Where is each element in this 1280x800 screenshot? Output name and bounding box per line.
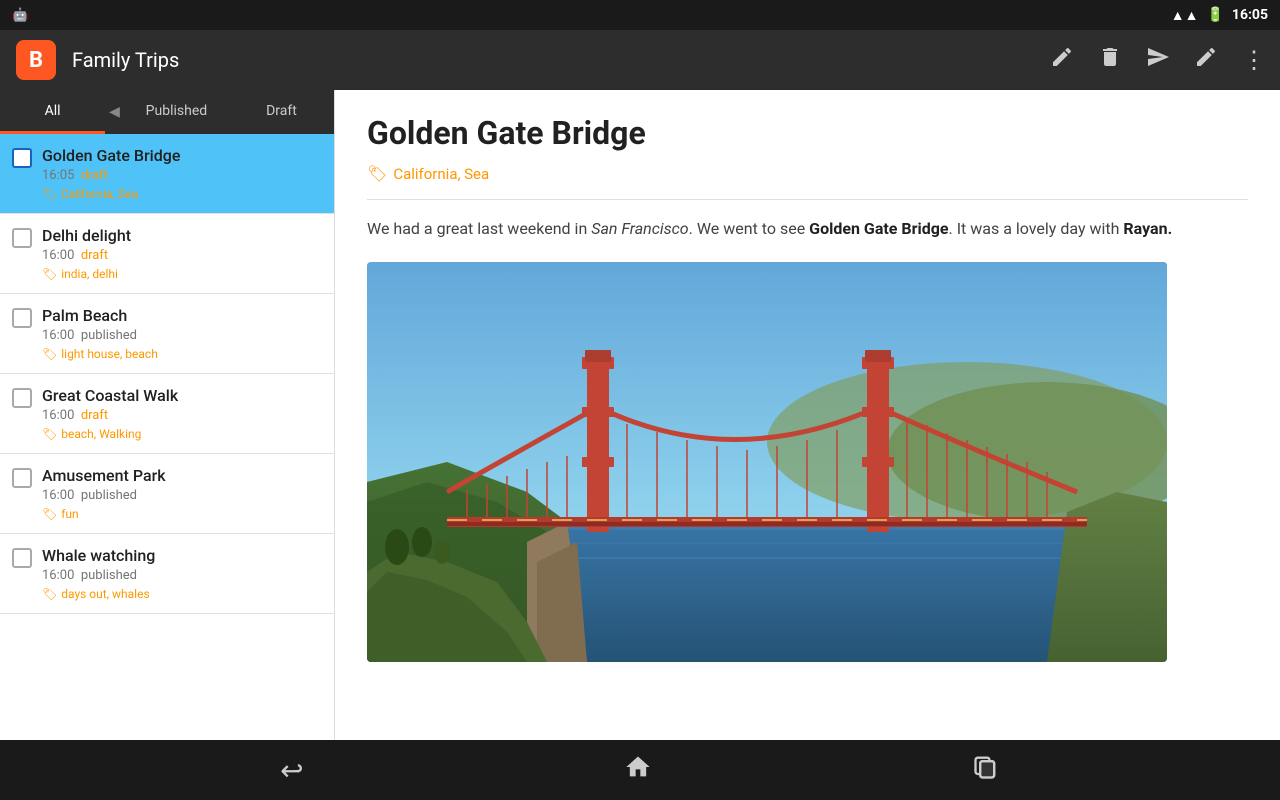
list-item[interactable]: Golden Gate Bridge 16:05 draft 🏷 Califor… (0, 134, 334, 214)
post-checkbox-5[interactable] (12, 468, 32, 488)
post-info-5: Amusement Park 16:00 published 🏷 fun (42, 466, 318, 521)
post-info-6: Whale watching 16:00 published 🏷 days ou… (42, 546, 318, 601)
post-meta-4: 16:00 draft (42, 408, 318, 423)
post-meta-5: 16:00 published (42, 488, 318, 503)
back-button[interactable]: ↩ (280, 754, 303, 787)
post-checkbox-6[interactable] (12, 548, 32, 568)
list-item[interactable]: Whale watching 16:00 published 🏷 days ou… (0, 534, 334, 614)
tab-draft[interactable]: Draft (229, 90, 334, 134)
post-meta-1: 16:05 draft (42, 168, 318, 183)
post-info-4: Great Coastal Walk 16:00 draft 🏷 beach, … (42, 386, 318, 441)
post-checkbox-1[interactable] (12, 148, 32, 168)
body-text-1: We had a great last weekend in (367, 219, 591, 238)
toolbar: B Family Trips ⋮ (0, 30, 1280, 90)
post-checkbox-3[interactable] (12, 308, 32, 328)
clock: 16:05 (1232, 7, 1268, 23)
wifi-icon: ▲▲ (1171, 7, 1199, 24)
tab-all[interactable]: All (0, 90, 105, 134)
triangle-indicator: ◀ (105, 90, 124, 134)
post-tags-6: 🏷 days out, whales (42, 587, 318, 601)
tag-icon-1: 🏷 (42, 187, 57, 201)
main-content: All ◀ Published Draft Golden Gate Bridge… (0, 90, 1280, 740)
post-tags-5: 🏷 fun (42, 507, 318, 521)
home-button[interactable] (624, 753, 652, 787)
content-divider (367, 199, 1248, 200)
post-tags-1: 🏷 California, Sea (42, 187, 318, 201)
post-title-6: Whale watching (42, 546, 318, 565)
post-info-2: Delhi delight 16:00 draft 🏷 india, delhi (42, 226, 318, 281)
tag-icon-4: 🏷 (42, 427, 57, 441)
list-item[interactable]: Great Coastal Walk 16:00 draft 🏷 beach, … (0, 374, 334, 454)
status-bar-left: 🤖 (12, 8, 28, 23)
post-title-5: Amusement Park (42, 466, 318, 485)
pencil-icon[interactable] (1194, 45, 1218, 75)
share-icon[interactable] (1146, 45, 1170, 75)
android-icon: 🤖 (12, 8, 28, 23)
status-bar: 🤖 ▲▲ 🔋 16:05 (0, 0, 1280, 30)
blogger-logo: B (16, 40, 56, 80)
post-title-2: Delhi delight (42, 226, 318, 245)
tag-icon-2: 🏷 (42, 267, 57, 281)
bottom-nav: ↩ (0, 740, 1280, 800)
body-italic-1: San Francisco (591, 219, 688, 238)
filter-tabs: All ◀ Published Draft (0, 90, 334, 134)
post-view-tags: 🏷 California, Sea (367, 164, 1248, 183)
list-item[interactable]: Delhi delight 16:00 draft 🏷 india, delhi (0, 214, 334, 294)
tag-icon-6: 🏷 (42, 587, 57, 601)
post-info-1: Golden Gate Bridge 16:05 draft 🏷 Califor… (42, 146, 318, 201)
delete-icon[interactable] (1098, 45, 1122, 75)
post-tags-4: 🏷 beach, Walking (42, 427, 318, 441)
left-panel: All ◀ Published Draft Golden Gate Bridge… (0, 90, 335, 740)
right-panel: Golden Gate Bridge 🏷 California, Sea We … (335, 90, 1280, 740)
tag-icon-3: 🏷 (42, 347, 57, 361)
post-view-tag-text[interactable]: California, Sea (393, 165, 489, 183)
post-title-1: Golden Gate Bridge (42, 146, 318, 165)
body-text-3: . It was a lovely day with (949, 219, 1124, 238)
post-view-body: We had a great last weekend in San Franc… (367, 216, 1248, 242)
post-tags-3: 🏷 light house, beach (42, 347, 318, 361)
post-view-tag-icon: 🏷 (367, 164, 387, 183)
post-meta-2: 16:00 draft (42, 248, 318, 263)
battery-icon: 🔋 (1206, 7, 1223, 23)
post-title-3: Palm Beach (42, 306, 318, 325)
post-view-title: Golden Gate Bridge (367, 114, 1248, 152)
body-text-2: . We went to see (689, 219, 810, 238)
post-info-3: Palm Beach 16:00 published 🏷 light house… (42, 306, 318, 361)
toolbar-actions: ⋮ (1050, 45, 1264, 75)
more-icon[interactable]: ⋮ (1242, 46, 1264, 74)
recents-button[interactable] (972, 753, 1000, 787)
tab-published[interactable]: Published (124, 90, 229, 134)
post-tags-2: 🏷 india, delhi (42, 267, 318, 281)
post-checkbox-4[interactable] (12, 388, 32, 408)
list-item[interactable]: Amusement Park 16:00 published 🏷 fun (0, 454, 334, 534)
post-title-4: Great Coastal Walk (42, 386, 318, 405)
post-image (367, 262, 1167, 662)
app-title: Family Trips (72, 48, 1034, 72)
tag-icon-5: 🏷 (42, 507, 57, 521)
post-list: Golden Gate Bridge 16:05 draft 🏷 Califor… (0, 134, 334, 740)
post-meta-3: 16:00 published (42, 328, 318, 343)
post-meta-6: 16:00 published (42, 568, 318, 583)
body-bold-2: Rayan. (1123, 219, 1172, 238)
edit-icon[interactable] (1050, 45, 1074, 75)
list-item[interactable]: Palm Beach 16:00 published 🏷 light house… (0, 294, 334, 374)
status-bar-right: ▲▲ 🔋 16:05 (1171, 7, 1268, 24)
post-checkbox-2[interactable] (12, 228, 32, 248)
body-bold-1: Golden Gate Bridge (809, 219, 948, 238)
